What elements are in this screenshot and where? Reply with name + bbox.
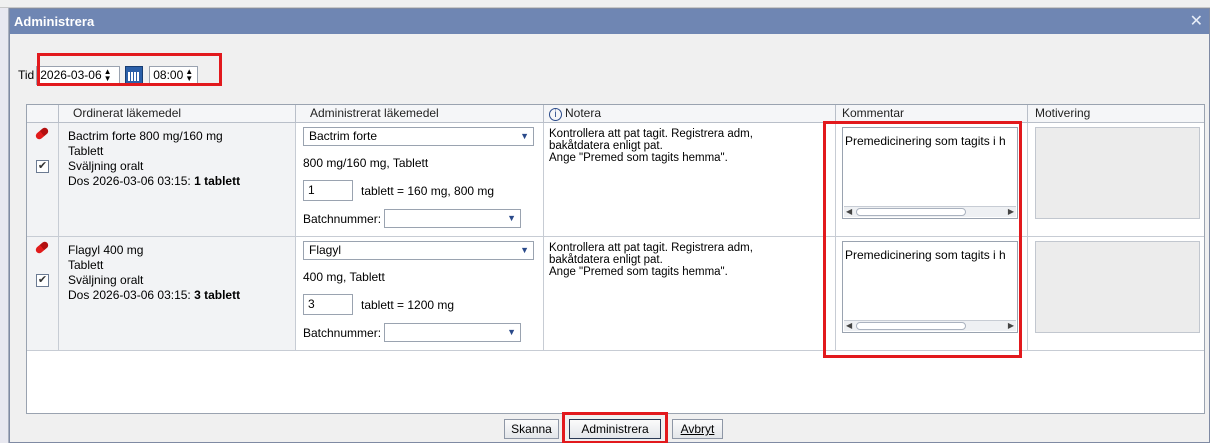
note-line: Ange "Premed som tagits hemma".: [549, 152, 728, 164]
comment-text: Premedicinering som tagits i h: [845, 134, 1006, 148]
cancel-button[interactable]: Avbryt: [672, 419, 723, 439]
quantity-text: tablett = 1200 mg: [361, 297, 455, 312]
batch-label: Batchnummer:: [303, 325, 382, 340]
drug-select[interactable]: Bactrim forte ▼: [303, 127, 534, 146]
batch-select[interactable]: ▼: [384, 323, 522, 342]
chevron-down-icon[interactable]: ▼: [507, 210, 516, 227]
comment-scrollbar[interactable]: ◀ ▶: [844, 206, 1016, 217]
administered-drug-cell: Flagyl ▼ 400 mg, Tablett 3 tablett = 1200…: [296, 237, 544, 350]
scroll-thumb[interactable]: [856, 322, 966, 330]
ordered-drug-route: Sväljning oralt: [68, 273, 144, 287]
info-icon: i: [549, 108, 562, 121]
time-value: 08:00: [153, 68, 184, 82]
comment-cell: Premedicinering som tagits i h ◀ ▶: [836, 123, 1028, 236]
comment-scrollbar[interactable]: ◀ ▶: [844, 320, 1016, 331]
ordered-drug-form: Tablett: [68, 258, 104, 272]
time-label: Tid: [18, 68, 35, 82]
ordered-drug-cell: Flagyl 400 mg Tablett Sväljning oralt Do…: [59, 237, 296, 350]
scroll-left-icon[interactable]: ◀: [846, 321, 852, 331]
pill-icon: [34, 240, 50, 255]
administer-dialog: Administrera ✕ Tid 2026-03-06 ▲ ▼ 08:00 ▲…: [9, 8, 1210, 443]
note-line: Ange "Premed som tagits hemma".: [549, 266, 728, 278]
header-comment: Kommentar: [836, 105, 1028, 123]
comment-cell: Premedicinering som tagits i h ◀ ▶: [836, 237, 1028, 350]
ordered-drug-name: Flagyl 400 mg: [68, 243, 144, 257]
table-row: ✔ Bactrim forte 800 mg/160 mg Tablett Sv…: [27, 123, 1204, 237]
motivation-cell: [1028, 123, 1204, 236]
calendar-icon[interactable]: [125, 66, 144, 84]
chevron-down-icon[interactable]: ▼: [520, 128, 529, 145]
header-ordered: Ordinerat läkemedel: [59, 105, 296, 123]
date-spin-arrows-icon[interactable]: ▲ ▼: [104, 68, 112, 83]
ordered-dose: Dos 2026-03-06 03:15: 3 tablett: [68, 288, 241, 302]
note-line: bakåtdatera enligt pat.: [549, 140, 663, 152]
note-cell: Kontrollera att pat tagit. Registrera ad…: [544, 123, 836, 236]
administer-checkbox[interactable]: ✔: [36, 274, 49, 287]
scan-button[interactable]: Skanna: [504, 419, 559, 439]
drug-strength: 800 mg/160 mg, Tablett: [303, 156, 429, 170]
ordered-drug-cell: Bactrim forte 800 mg/160 mg Tablett Sväl…: [59, 123, 296, 236]
pill-icon: [34, 126, 50, 141]
comment-textarea[interactable]: Premedicinering som tagits i h ◀ ▶: [842, 127, 1018, 219]
chevron-down-icon[interactable]: ▼: [507, 324, 516, 341]
time-row: Tid 2026-03-06 ▲ ▼ 08:00 ▲ ▼: [18, 65, 199, 85]
quantity-text: tablett = 160 mg, 800 mg: [361, 183, 495, 198]
table-header: Ordinerat läkemedel Administrerat läkeme…: [27, 105, 1204, 123]
scroll-right-icon[interactable]: ▶: [1008, 321, 1014, 331]
comment-textarea[interactable]: Premedicinering som tagits i h ◀ ▶: [842, 241, 1018, 333]
motivation-field: [1035, 241, 1200, 333]
background-window-edge: [0, 8, 9, 443]
note-line: bakåtdatera enligt pat.: [549, 254, 663, 266]
administer-checkbox[interactable]: ✔: [36, 160, 49, 173]
dialog-titlebar: Administrera ✕: [10, 9, 1209, 34]
date-value: 2026-03-06: [40, 68, 102, 82]
chevron-down-icon[interactable]: ▼: [520, 242, 529, 259]
batch-label: Batchnummer:: [303, 211, 382, 226]
comment-text: Premedicinering som tagits i h: [845, 248, 1006, 262]
background-window-strip: [0, 0, 1210, 8]
note-line: Kontrollera att pat tagit. Registrera ad…: [549, 128, 753, 140]
row-status-cell: ✔: [27, 123, 59, 236]
quantity-input[interactable]: 1: [303, 180, 353, 201]
batch-select[interactable]: ▼: [384, 209, 522, 228]
time-spinner[interactable]: 08:00 ▲ ▼: [149, 65, 199, 85]
date-spinner[interactable]: 2026-03-06 ▲ ▼: [36, 65, 121, 85]
administer-button[interactable]: Administrera: [569, 419, 661, 439]
batch-row: Batchnummer: ▼: [303, 209, 543, 228]
drug-strength: 400 mg, Tablett: [303, 270, 385, 284]
header-note: i Notera: [544, 105, 836, 123]
row-status-cell: ✔: [27, 237, 59, 350]
time-spin-arrows-icon[interactable]: ▲ ▼: [185, 68, 193, 83]
quantity-row: 3 tablett = 1200 mg: [303, 294, 543, 315]
medication-table: Ordinerat läkemedel Administrerat läkeme…: [26, 104, 1205, 414]
dialog-title: Administrera: [14, 14, 95, 29]
ordered-drug-route: Sväljning oralt: [68, 159, 144, 173]
note-cell: Kontrollera att pat tagit. Registrera ad…: [544, 237, 836, 350]
ordered-drug-name: Bactrim forte 800 mg/160 mg: [68, 129, 223, 143]
administered-drug-cell: Bactrim forte ▼ 800 mg/160 mg, Tablett 1 …: [296, 123, 544, 236]
header-note-label: Notera: [565, 106, 602, 120]
scroll-left-icon[interactable]: ◀: [846, 207, 852, 217]
close-icon[interactable]: ✕: [1190, 9, 1203, 34]
header-motivation: Motivering: [1035, 106, 1091, 120]
scroll-thumb[interactable]: [856, 208, 966, 216]
header-administered: Administrerat läkemedel: [296, 105, 544, 123]
drug-select[interactable]: Flagyl ▼: [303, 241, 534, 260]
ordered-drug-form: Tablett: [68, 144, 104, 158]
quantity-row: 1 tablett = 160 mg, 800 mg: [303, 180, 543, 201]
motivation-cell: [1028, 237, 1204, 350]
cancel-label: Avbryt: [680, 422, 715, 436]
scroll-right-icon[interactable]: ▶: [1008, 207, 1014, 217]
batch-row: Batchnummer: ▼: [303, 323, 543, 342]
header-blank: [27, 105, 59, 123]
quantity-input[interactable]: 3: [303, 294, 353, 315]
note-line: Kontrollera att pat tagit. Registrera ad…: [549, 242, 753, 254]
ordered-dose: Dos 2026-03-06 03:15: 1 tablett: [68, 174, 241, 188]
table-row: ✔ Flagyl 400 mg Tablett Sväljning oralt …: [27, 237, 1204, 351]
motivation-field: [1035, 127, 1200, 219]
